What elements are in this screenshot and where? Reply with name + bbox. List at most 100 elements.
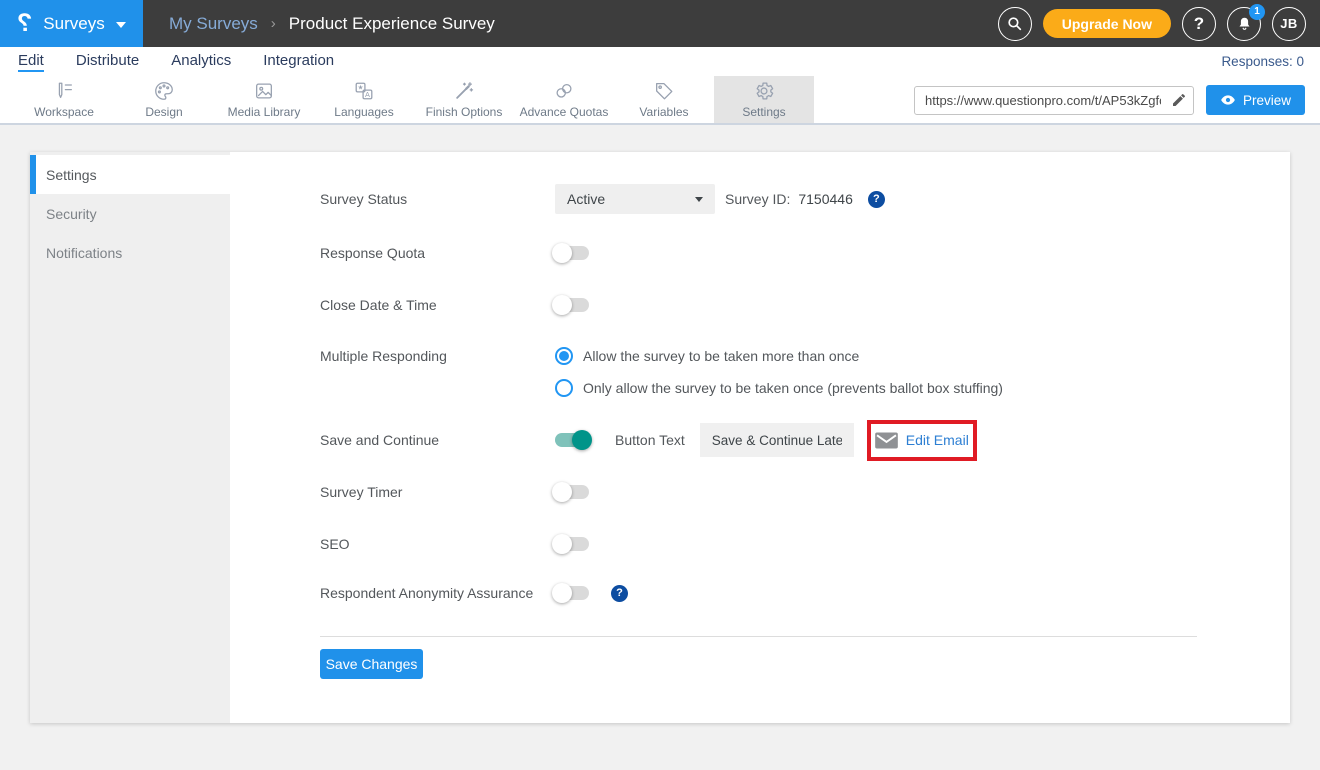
survey-status-select[interactable]: Active	[555, 184, 715, 214]
survey-timer-toggle[interactable]	[555, 485, 589, 499]
toolbar-item-settings[interactable]: Settings	[714, 76, 814, 123]
response-quota-label: Response Quota	[320, 245, 555, 261]
radio-unselected-icon	[555, 379, 573, 397]
toggle-knob	[552, 295, 572, 315]
save-and-continue-label: Save and Continue	[320, 432, 555, 448]
preview-button[interactable]: Preview	[1206, 85, 1305, 115]
toolbar-item-label: Variables	[639, 105, 688, 119]
user-avatar[interactable]: JB	[1272, 7, 1306, 41]
survey-id-value: 7150446	[798, 191, 853, 207]
product-switcher[interactable]: ? Surveys	[0, 0, 143, 47]
top-header: ? Surveys My Surveys › Product Experienc…	[0, 0, 1320, 47]
search-icon	[1006, 15, 1023, 32]
toolbar-item-media-library[interactable]: Media Library	[214, 76, 314, 123]
multiple-responding-label: Multiple Responding	[320, 348, 555, 364]
notifications-button[interactable]: 1	[1227, 7, 1261, 41]
product-label: Surveys	[43, 14, 104, 34]
button-text-input[interactable]	[700, 423, 854, 457]
sidebar-item-notifications[interactable]: Notifications	[30, 233, 230, 272]
save-and-continue-row: Save and Continue Button Text Edit Email	[320, 419, 977, 461]
survey-url-group	[914, 86, 1194, 115]
seo-toggle[interactable]	[555, 537, 589, 551]
save-changes-button[interactable]: Save Changes	[320, 649, 423, 679]
survey-nav: Edit Distribute Analytics Integration Re…	[0, 47, 1320, 76]
breadcrumb-survey-title: Product Experience Survey	[289, 14, 495, 34]
questionpro-logo-icon: ?	[17, 11, 32, 36]
tag-icon	[653, 80, 675, 102]
breadcrumb-my-surveys[interactable]: My Surveys	[169, 14, 258, 34]
anonymity-toggle[interactable]	[555, 586, 589, 600]
sidebar-item-security[interactable]: Security	[30, 194, 230, 233]
radio-option-label: Allow the survey to be taken more than o…	[583, 348, 859, 364]
edit-url-button[interactable]	[1171, 92, 1187, 113]
edit-toolbar: Workspace Design Media Library ★A Langua…	[0, 76, 1320, 125]
radio-selected-icon	[555, 347, 573, 365]
svg-text:A: A	[365, 90, 370, 99]
upgrade-now-button[interactable]: Upgrade Now	[1043, 9, 1171, 38]
pencil-icon	[1171, 92, 1187, 108]
toolbar-item-design[interactable]: Design	[114, 76, 214, 123]
sidebar-item-settings[interactable]: Settings	[30, 155, 230, 194]
edit-email-highlight-box: Edit Email	[867, 420, 977, 461]
anonymity-label: Respondent Anonymity Assurance	[320, 585, 555, 601]
toolbar-item-workspace[interactable]: Workspace	[14, 76, 114, 123]
close-date-row: Close Date & Time	[320, 290, 589, 320]
radio-option-label: Only allow the survey to be taken once (…	[583, 380, 1003, 396]
save-and-continue-toggle[interactable]	[555, 433, 589, 447]
toggle-knob	[552, 482, 572, 502]
translate-icon: ★A	[353, 80, 375, 102]
settings-card: Settings Security Notifications Survey S…	[30, 152, 1290, 723]
survey-status-label: Survey Status	[320, 191, 555, 207]
edit-email-link[interactable]: Edit Email	[906, 432, 969, 448]
survey-status-value: Active	[567, 191, 605, 207]
radio-option-allow-once[interactable]: Only allow the survey to be taken once (…	[555, 378, 1003, 398]
toolbar-item-languages[interactable]: ★A Languages	[314, 76, 414, 123]
breadcrumb-separator-icon: ›	[271, 15, 276, 32]
toolbar-item-finish-options[interactable]: Finish Options	[414, 76, 514, 123]
tab-integration[interactable]: Integration	[263, 52, 334, 72]
chevron-down-icon	[695, 197, 703, 202]
notification-badge: 1	[1249, 4, 1265, 20]
toolbar-right-group: Preview	[914, 85, 1305, 115]
toolbar-item-label: Workspace	[34, 105, 94, 119]
avatar-initials: JB	[1280, 16, 1298, 31]
question-mark-icon: ?	[1194, 14, 1204, 34]
envelope-icon	[875, 432, 898, 449]
preview-label: Preview	[1243, 93, 1291, 108]
search-button[interactable]	[998, 7, 1032, 41]
toolbar-item-label: Languages	[334, 105, 393, 119]
toolbar-item-variables[interactable]: Variables	[614, 76, 714, 123]
app-window: ? Surveys My Surveys › Product Experienc…	[0, 0, 1320, 770]
help-button[interactable]: ?	[1182, 7, 1216, 41]
tab-analytics[interactable]: Analytics	[171, 52, 231, 72]
form-divider	[320, 636, 1197, 637]
gear-icon	[753, 80, 775, 102]
toolbar-item-label: Settings	[742, 105, 785, 119]
chain-links-icon	[553, 80, 575, 102]
survey-id-help-icon[interactable]: ?	[868, 191, 885, 208]
response-quota-toggle[interactable]	[555, 246, 589, 260]
eye-icon	[1220, 92, 1236, 108]
survey-url-input[interactable]	[914, 86, 1194, 115]
responses-count: Responses: 0	[1221, 54, 1320, 69]
breadcrumb: My Surveys › Product Experience Survey	[169, 0, 495, 47]
svg-text:★: ★	[358, 85, 364, 92]
seo-row: SEO	[320, 529, 589, 559]
tab-distribute[interactable]: Distribute	[76, 52, 139, 72]
toolbar-item-label: Finish Options	[426, 105, 503, 119]
anonymity-row: Respondent Anonymity Assurance ?	[320, 578, 628, 608]
toolbar-item-label: Media Library	[228, 105, 301, 119]
anonymity-help-icon[interactable]: ?	[611, 585, 628, 602]
toggle-knob	[552, 534, 572, 554]
radio-option-allow-multiple[interactable]: Allow the survey to be taken more than o…	[555, 346, 1003, 366]
toolbar-item-advance-quotas[interactable]: Advance Quotas	[514, 76, 614, 123]
pencil-list-icon	[53, 80, 75, 102]
image-icon	[253, 80, 275, 102]
survey-timer-label: Survey Timer	[320, 484, 555, 500]
response-quota-row: Response Quota	[320, 238, 589, 268]
magic-wand-icon	[453, 80, 475, 102]
survey-status-row: Survey Status Active Survey ID: 7150446 …	[320, 184, 885, 214]
survey-timer-row: Survey Timer	[320, 477, 589, 507]
close-date-toggle[interactable]	[555, 298, 589, 312]
tab-edit[interactable]: Edit	[18, 52, 44, 72]
